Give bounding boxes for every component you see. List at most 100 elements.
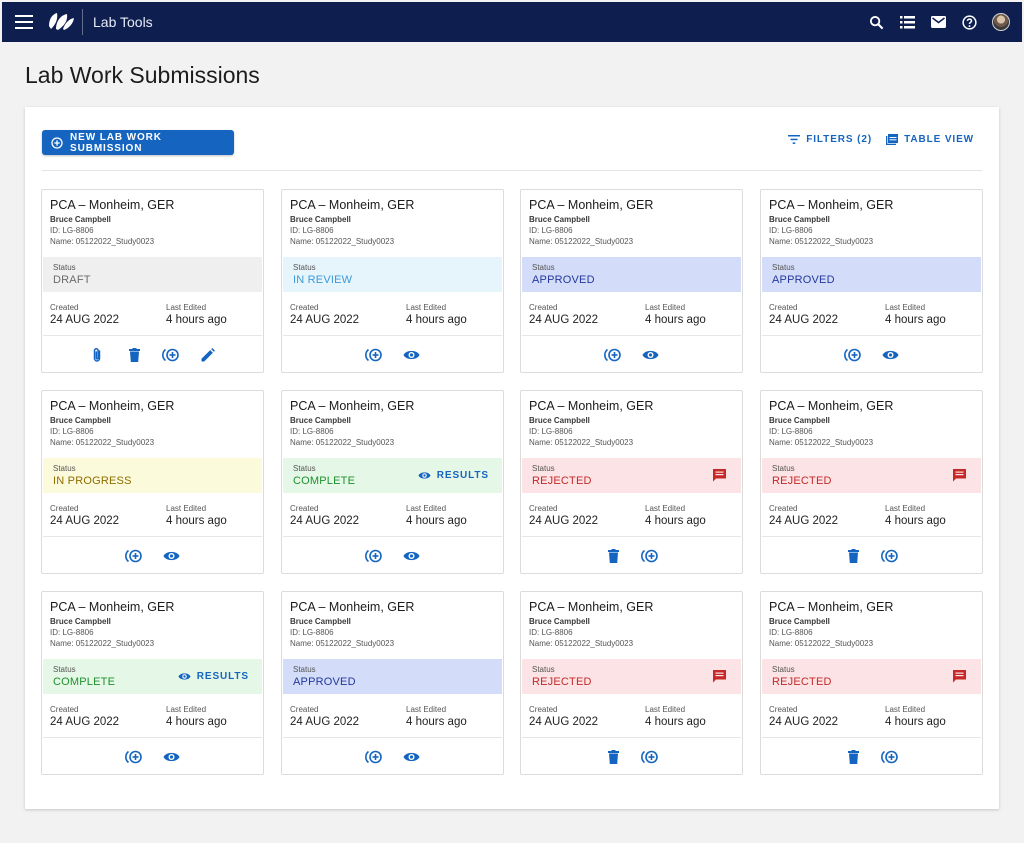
page-title: Lab Work Submissions	[25, 62, 260, 88]
delete-icon[interactable]	[124, 345, 144, 365]
help-icon[interactable]	[954, 2, 985, 42]
delete-icon[interactable]	[843, 546, 863, 566]
card-title: PCA – Monheim, GER	[769, 600, 894, 614]
comment-icon[interactable]	[952, 669, 967, 683]
submission-card[interactable]: PCA – Monheim, GER Bruce Campbell ID: LG…	[281, 390, 504, 574]
last-edited-value: 4 hours ago	[166, 314, 227, 326]
card-id: ID: LG-8806	[50, 226, 94, 235]
status-block: Status APPROVED	[522, 257, 741, 292]
status-block: Status DRAFT	[43, 257, 262, 292]
last-edited-label: Last Edited	[885, 504, 926, 513]
add-reviewer-icon[interactable]	[880, 546, 900, 566]
edit-icon[interactable]	[198, 345, 218, 365]
status-value: IN PROGRESS	[53, 475, 132, 487]
created-label: Created	[50, 705, 79, 714]
header-divider	[82, 9, 83, 35]
last-edited-value: 4 hours ago	[406, 515, 467, 527]
last-edited-label: Last Edited	[166, 504, 207, 513]
add-reviewer-icon[interactable]	[364, 747, 384, 767]
card-actions	[761, 738, 982, 775]
card-owner: Bruce Campbell	[290, 215, 351, 224]
table-view-button[interactable]: TABLE VIEW	[886, 134, 974, 145]
status-label: Status	[772, 263, 795, 272]
comment-icon[interactable]	[712, 468, 727, 482]
leaf-logo-icon[interactable]	[44, 2, 78, 42]
status-block: Status COMPLETE RESULTS	[43, 659, 262, 694]
view-icon[interactable]	[640, 345, 660, 365]
add-reviewer-icon[interactable]	[640, 546, 660, 566]
card-name: Name: 05122022_Study0023	[290, 639, 395, 648]
hamburger-menu-icon[interactable]	[4, 2, 44, 42]
card-title: PCA – Monheim, GER	[50, 198, 175, 212]
status-value: APPROVED	[532, 274, 595, 286]
add-reviewer-icon[interactable]	[843, 345, 863, 365]
submission-card[interactable]: PCA – Monheim, GER Bruce Campbell ID: LG…	[41, 189, 264, 373]
submission-card[interactable]: PCA – Monheim, GER Bruce Campbell ID: LG…	[520, 189, 743, 373]
submission-card[interactable]: PCA – Monheim, GER Bruce Campbell ID: LG…	[281, 189, 504, 373]
submission-card[interactable]: PCA – Monheim, GER Bruce Campbell ID: LG…	[281, 591, 504, 775]
status-value: DRAFT	[53, 274, 91, 286]
card-owner: Bruce Campbell	[529, 617, 590, 626]
card-owner: Bruce Campbell	[769, 215, 830, 224]
search-icon[interactable]	[861, 2, 892, 42]
add-reviewer-icon[interactable]	[124, 747, 144, 767]
add-reviewer-icon[interactable]	[603, 345, 623, 365]
card-name: Name: 05122022_Study0023	[50, 438, 155, 447]
card-actions	[42, 537, 263, 574]
comment-icon[interactable]	[952, 468, 967, 482]
view-icon[interactable]	[401, 345, 421, 365]
card-name: Name: 05122022_Study0023	[529, 438, 634, 447]
card-owner: Bruce Campbell	[50, 617, 111, 626]
view-icon[interactable]	[880, 345, 900, 365]
new-lab-work-submission-button[interactable]: NEW LAB WORK SUBMISSION	[42, 130, 234, 155]
created-value: 24 AUG 2022	[290, 314, 360, 326]
card-title: PCA – Monheim, GER	[529, 198, 654, 212]
submission-card[interactable]: PCA – Monheim, GER Bruce Campbell ID: LG…	[520, 591, 743, 775]
submission-card[interactable]: PCA – Monheim, GER Bruce Campbell ID: LG…	[41, 591, 264, 775]
card-title: PCA – Monheim, GER	[290, 600, 415, 614]
card-id: ID: LG-8806	[769, 427, 813, 436]
last-edited-value: 4 hours ago	[166, 716, 227, 728]
filters-label: FILTERS (2)	[806, 134, 873, 145]
view-icon[interactable]	[401, 747, 421, 767]
list-icon[interactable]	[892, 2, 923, 42]
avatar[interactable]	[985, 2, 1016, 42]
status-block: Status IN REVIEW	[283, 257, 502, 292]
mail-icon[interactable]	[923, 2, 954, 42]
submission-card[interactable]: PCA – Monheim, GER Bruce Campbell ID: LG…	[760, 591, 983, 775]
card-title: PCA – Monheim, GER	[769, 399, 894, 413]
last-edited-label: Last Edited	[166, 303, 207, 312]
add-reviewer-icon[interactable]	[364, 345, 384, 365]
submission-card[interactable]: PCA – Monheim, GER Bruce Campbell ID: LG…	[41, 390, 264, 574]
add-reviewer-icon[interactable]	[124, 546, 144, 566]
delete-icon[interactable]	[843, 747, 863, 767]
delete-icon[interactable]	[603, 747, 623, 767]
card-name: Name: 05122022_Study0023	[290, 237, 395, 246]
submission-card[interactable]: PCA – Monheim, GER Bruce Campbell ID: LG…	[520, 390, 743, 574]
attach-icon[interactable]	[87, 345, 107, 365]
add-reviewer-icon[interactable]	[364, 546, 384, 566]
created-label: Created	[50, 303, 79, 312]
add-reviewer-icon[interactable]	[161, 345, 181, 365]
created-label: Created	[50, 504, 79, 513]
results-label: RESULTS	[196, 671, 249, 682]
comment-icon[interactable]	[712, 669, 727, 683]
card-id: ID: LG-8806	[50, 628, 94, 637]
last-edited-label: Last Edited	[885, 705, 926, 714]
status-value: APPROVED	[772, 274, 835, 286]
view-icon[interactable]	[401, 546, 421, 566]
delete-icon[interactable]	[603, 546, 623, 566]
filters-button[interactable]: FILTERS (2)	[788, 134, 872, 145]
view-icon[interactable]	[161, 747, 181, 767]
status-block: Status APPROVED	[283, 659, 502, 694]
status-block: Status REJECTED	[522, 458, 741, 493]
add-reviewer-icon[interactable]	[640, 747, 660, 767]
results-button[interactable]: RESULTS	[178, 671, 249, 682]
view-icon[interactable]	[161, 546, 181, 566]
results-button[interactable]: RESULTS	[418, 470, 489, 481]
status-label: Status	[293, 665, 316, 674]
submission-card[interactable]: PCA – Monheim, GER Bruce Campbell ID: LG…	[760, 390, 983, 574]
submission-card[interactable]: PCA – Monheim, GER Bruce Campbell ID: LG…	[760, 189, 983, 373]
view-icon	[418, 472, 431, 479]
add-reviewer-icon[interactable]	[880, 747, 900, 767]
